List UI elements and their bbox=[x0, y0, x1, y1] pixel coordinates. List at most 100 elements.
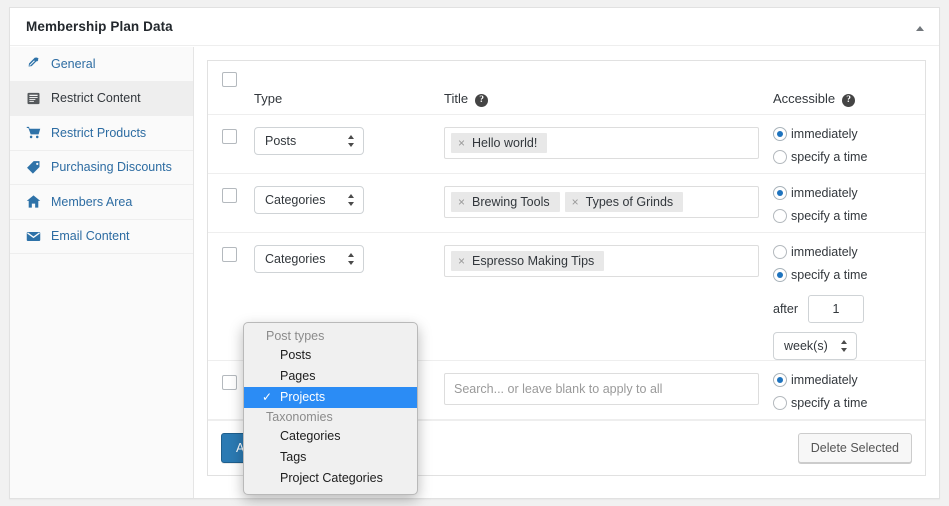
radio-label: immediately bbox=[791, 245, 858, 259]
row-access-cell: immediately specify a time after 1 bbox=[773, 233, 925, 360]
column-header-accessible: Accessible bbox=[773, 73, 835, 106]
token-label: Types of Grinds bbox=[586, 195, 674, 209]
token-chip[interactable]: × Espresso Making Tips bbox=[451, 251, 604, 271]
title-token-input[interactable]: × Espresso Making Tips bbox=[444, 245, 759, 277]
table-header-row: Type Title? Accessible? bbox=[208, 61, 925, 115]
token-chip[interactable]: × Types of Grinds bbox=[565, 192, 684, 212]
row-checkbox[interactable] bbox=[222, 247, 237, 262]
help-icon[interactable]: ? bbox=[842, 94, 855, 107]
title-token-input[interactable]: × Hello world! bbox=[444, 127, 759, 159]
remove-token-icon[interactable]: × bbox=[458, 196, 465, 208]
access-specify-option[interactable]: specify a time bbox=[773, 209, 925, 223]
content-type-select[interactable]: Categories bbox=[254, 245, 364, 273]
radio-label: specify a time bbox=[791, 396, 867, 410]
dropdown-option-label: Project Categories bbox=[280, 471, 383, 485]
radio-label: immediately bbox=[791, 127, 858, 141]
sidebar-item-label: General bbox=[51, 57, 95, 71]
dropdown-option-project-categories[interactable]: Project Categories bbox=[244, 468, 417, 489]
content-type-dropdown-menu[interactable]: Post types Posts Pages ✓ Projects Taxono… bbox=[243, 322, 418, 495]
radio-specify-time[interactable] bbox=[773, 268, 787, 282]
screen: Membership Plan Data General bbox=[0, 0, 949, 506]
token-label: Espresso Making Tips bbox=[472, 254, 594, 268]
token-chip[interactable]: × Brewing Tools bbox=[451, 192, 560, 212]
sidebar-item-label: Members Area bbox=[51, 195, 132, 209]
row-access-cell: immediately specify a time bbox=[773, 115, 925, 173]
radio-specify-time[interactable] bbox=[773, 209, 787, 223]
post-icon bbox=[25, 90, 42, 106]
radio-immediately[interactable] bbox=[773, 127, 787, 141]
title-token-input[interactable]: × Brewing Tools × Types of Grinds bbox=[444, 186, 759, 218]
remove-token-icon[interactable]: × bbox=[572, 196, 579, 208]
access-specify-option[interactable]: specify a time bbox=[773, 268, 925, 282]
content-type-value: Categories bbox=[265, 193, 325, 207]
table-row: Categories × Brewin bbox=[208, 174, 925, 233]
select-all-cell bbox=[208, 61, 254, 87]
check-icon: ✓ bbox=[262, 389, 272, 406]
tag-icon bbox=[25, 159, 42, 175]
access-immediately-option[interactable]: immediately bbox=[773, 186, 925, 200]
radio-label: immediately bbox=[791, 373, 858, 387]
help-icon[interactable]: ? bbox=[475, 94, 488, 107]
row-checkbox[interactable] bbox=[222, 129, 237, 144]
row-checkbox[interactable] bbox=[222, 188, 237, 203]
row-title-cell: × Brewing Tools × Types of Grinds bbox=[444, 174, 773, 232]
title-search-placeholder: Search... or leave blank to apply to all bbox=[451, 382, 662, 396]
content-type-value: Categories bbox=[265, 252, 325, 266]
row-select-cell bbox=[208, 174, 254, 232]
radio-immediately[interactable] bbox=[773, 245, 787, 259]
radio-specify-time[interactable] bbox=[773, 150, 787, 164]
delay-period-select[interactable]: week(s) bbox=[773, 332, 857, 360]
radio-specify-time[interactable] bbox=[773, 396, 787, 410]
sidebar-item-label: Restrict Content bbox=[51, 91, 141, 105]
radio-label: immediately bbox=[791, 186, 858, 200]
dropdown-option-label: Projects bbox=[280, 390, 325, 404]
token-chip[interactable]: × Hello world! bbox=[451, 133, 547, 153]
sidebar-item-restrict-products[interactable]: Restrict Products bbox=[10, 116, 193, 151]
header-title-cell: Title? bbox=[444, 61, 773, 108]
row-access-cell: immediately specify a time bbox=[773, 361, 925, 419]
select-all-checkbox[interactable] bbox=[222, 72, 237, 87]
membership-plan-panel: Membership Plan Data General bbox=[9, 7, 940, 499]
dropdown-option-projects[interactable]: ✓ Projects bbox=[244, 387, 417, 408]
delay-amount-input[interactable]: 1 bbox=[808, 295, 864, 323]
access-delay-row: after 1 bbox=[773, 295, 925, 323]
remove-token-icon[interactable]: × bbox=[458, 255, 465, 267]
sidebar-item-label: Email Content bbox=[51, 229, 130, 243]
remove-token-icon[interactable]: × bbox=[458, 137, 465, 149]
sidebar-item-email-content[interactable]: Email Content bbox=[10, 220, 193, 255]
dropdown-group-label: Post types bbox=[244, 327, 417, 345]
row-type-cell: Posts bbox=[254, 115, 444, 173]
access-immediately-option[interactable]: immediately bbox=[773, 127, 925, 141]
access-immediately-option[interactable]: immediately bbox=[773, 373, 925, 387]
dropdown-option-posts[interactable]: Posts bbox=[244, 345, 417, 366]
dropdown-group-label: Taxonomies bbox=[244, 408, 417, 426]
row-checkbox[interactable] bbox=[222, 375, 237, 390]
title-search-input[interactable]: Search... or leave blank to apply to all bbox=[444, 373, 759, 405]
dropdown-option-label: Pages bbox=[280, 369, 315, 383]
sidebar-item-members-area[interactable]: Members Area bbox=[10, 185, 193, 220]
sidebar-item-purchasing-discounts[interactable]: Purchasing Discounts bbox=[10, 151, 193, 186]
chevron-up-icon[interactable] bbox=[913, 21, 927, 35]
column-header-title: Title bbox=[444, 73, 468, 106]
sidebar-item-label: Restrict Products bbox=[51, 126, 146, 140]
access-immediately-option[interactable]: immediately bbox=[773, 245, 925, 259]
dropdown-option-pages[interactable]: Pages bbox=[244, 366, 417, 387]
radio-immediately[interactable] bbox=[773, 373, 787, 387]
sidebar-item-general[interactable]: General bbox=[10, 47, 193, 82]
dropdown-option-tags[interactable]: Tags bbox=[244, 447, 417, 468]
cart-icon bbox=[25, 125, 42, 141]
column-header-type: Type bbox=[254, 73, 282, 106]
sidebar-item-restrict-content[interactable]: Restrict Content bbox=[10, 82, 193, 117]
content-type-select[interactable]: Categories bbox=[254, 186, 364, 214]
content-type-select[interactable]: Posts bbox=[254, 127, 364, 155]
panel-body: General Restrict Content bbox=[10, 47, 939, 498]
dropdown-option-categories[interactable]: Categories bbox=[244, 426, 417, 447]
dropdown-option-label: Tags bbox=[280, 450, 306, 464]
radio-immediately[interactable] bbox=[773, 186, 787, 200]
delete-selected-button[interactable]: Delete Selected bbox=[798, 433, 912, 463]
row-access-cell: immediately specify a time bbox=[773, 174, 925, 232]
access-specify-option[interactable]: specify a time bbox=[773, 150, 925, 164]
row-title-cell: × Espresso Making Tips bbox=[444, 233, 773, 360]
content-type-value: Posts bbox=[265, 134, 296, 148]
access-specify-option[interactable]: specify a time bbox=[773, 396, 925, 410]
